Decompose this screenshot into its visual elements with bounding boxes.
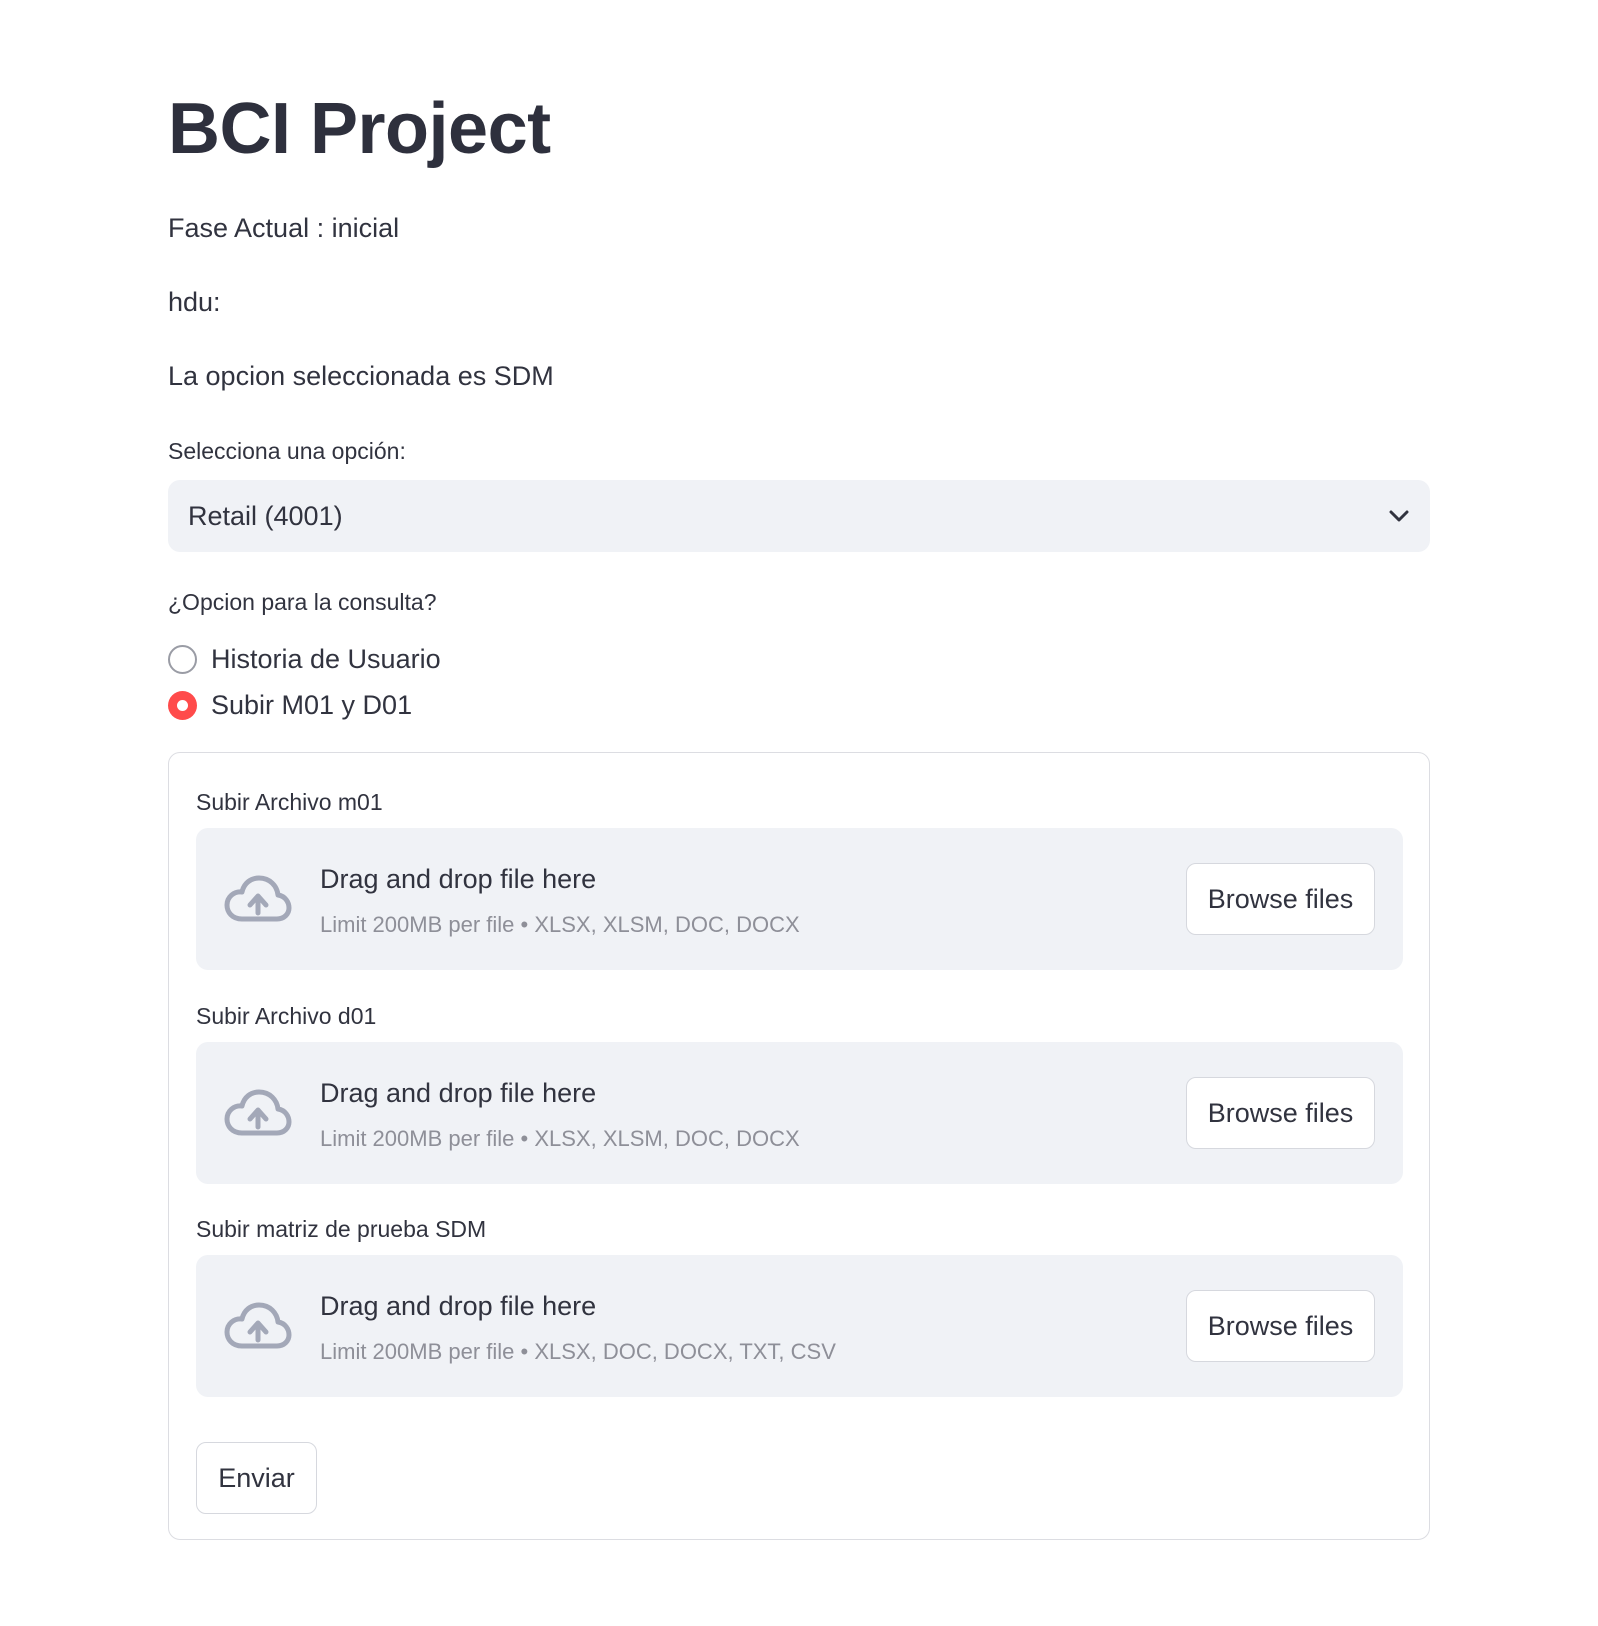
radio-group-label: ¿Opcion para la consulta?: [168, 589, 437, 615]
uploader-label-d01: Subir Archivo d01: [196, 1003, 377, 1029]
radio-option-label: Historia de Usuario: [211, 643, 441, 674]
select-label: Selecciona una opción:: [168, 438, 406, 464]
dropzone-title: Drag and drop file here: [320, 1078, 597, 1108]
dropzone-sdm[interactable]: Drag and drop file here Limit 200MB per …: [196, 1255, 1403, 1397]
dropzone-limit: Limit 200MB per file • XLSX, DOC, DOCX, …: [320, 1339, 836, 1364]
page-title: BCI Project: [168, 89, 551, 169]
radio-option-historia[interactable]: Historia de Usuario: [168, 636, 441, 682]
browse-files-button[interactable]: Browse files: [1186, 1290, 1375, 1362]
option-select[interactable]: Retail (4001): [168, 480, 1430, 552]
cloud-upload-icon: [224, 875, 292, 922]
radio-unchecked-icon: [168, 644, 197, 674]
query-option-radio-group: Historia de Usuario Subir M01 y D01: [168, 636, 441, 728]
dropzone-d01[interactable]: Drag and drop file here Limit 200MB per …: [196, 1042, 1403, 1184]
radio-checked-icon: [168, 690, 197, 720]
chevron-down-icon: [1388, 505, 1410, 527]
dropzone-title: Drag and drop file here: [320, 864, 597, 894]
submit-button[interactable]: Enviar: [196, 1442, 317, 1514]
dropzone-title: Drag and drop file here: [320, 1291, 597, 1321]
hdu-text: hdu:: [168, 287, 221, 317]
upload-form: Subir Archivo m01 Drag and drop file her…: [168, 752, 1430, 1540]
dropzone-limit: Limit 200MB per file • XLSX, XLSM, DOC, …: [320, 1126, 800, 1151]
radio-option-label: Subir M01 y D01: [211, 689, 413, 720]
uploader-label-m01: Subir Archivo m01: [196, 789, 383, 815]
radio-option-subir[interactable]: Subir M01 y D01: [168, 682, 441, 728]
option-select-value: Retail (4001): [188, 500, 343, 531]
cloud-upload-icon: [224, 1302, 292, 1349]
browse-files-button[interactable]: Browse files: [1186, 1077, 1375, 1149]
dropzone-m01[interactable]: Drag and drop file here Limit 200MB per …: [196, 828, 1403, 970]
cloud-upload-icon: [224, 1089, 292, 1136]
selected-option-text: La opcion seleccionada es SDM: [168, 361, 554, 391]
phase-text: Fase Actual : inicial: [168, 213, 400, 243]
browse-files-button[interactable]: Browse files: [1186, 863, 1375, 935]
uploader-label-sdm: Subir matriz de prueba SDM: [196, 1216, 487, 1242]
dropzone-limit: Limit 200MB per file • XLSX, XLSM, DOC, …: [320, 912, 800, 937]
